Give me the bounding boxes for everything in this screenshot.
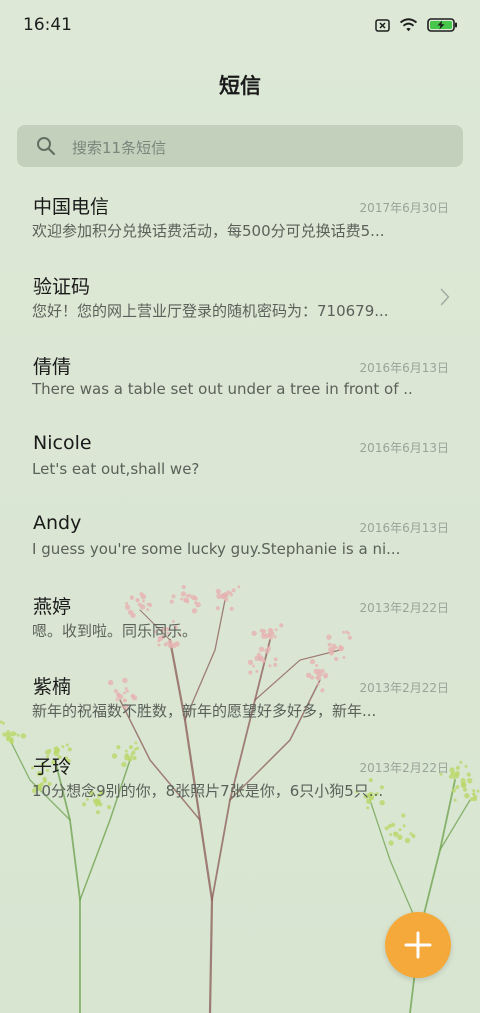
status-icons bbox=[375, 17, 458, 36]
message-date: 2013年2月22日 bbox=[359, 761, 449, 775]
message-item[interactable]: Nicole 2016年6月13日 Let's eat out,shall we… bbox=[0, 418, 480, 498]
message-date: 2016年6月13日 bbox=[359, 361, 449, 375]
message-list: 中国电信 2017年6月30日 欢迎参加积分兑换话费活动，每500分可兑换话费5… bbox=[0, 178, 480, 818]
message-sender: 验证码 bbox=[33, 276, 91, 298]
message-preview: There was a table set out under a tree i… bbox=[32, 380, 412, 398]
message-preview: 新年的祝福数不胜数，新年的愿望好多好多，新年... bbox=[32, 702, 377, 720]
message-item[interactable]: 燕婷 2013年2月22日 嗯。收到啦。同乐同乐。 bbox=[0, 578, 480, 658]
message-item[interactable]: 倩倩 2016年6月13日 There was a table set out … bbox=[0, 338, 480, 418]
message-sender: 紫楠 bbox=[33, 676, 72, 698]
message-sender: Nicole bbox=[33, 432, 92, 454]
message-preview: 欢迎参加积分兑换话费活动，每500分可兑换话费5... bbox=[32, 222, 385, 240]
message-sender: 倩倩 bbox=[33, 356, 72, 378]
message-preview: 嗯。收到啦。同乐同乐。 bbox=[32, 622, 198, 640]
message-date: 2016年6月13日 bbox=[359, 521, 449, 535]
message-sender: 中国电信 bbox=[33, 196, 110, 218]
message-preview: Let's eat out,shall we? bbox=[32, 460, 200, 478]
status-bar: 16:41 bbox=[0, 0, 480, 52]
message-item[interactable]: 验证码 您好！您的网上营业厅登录的随机密码为：710679... bbox=[0, 258, 480, 338]
message-preview: I guess you're some lucky guy.Stephanie … bbox=[32, 540, 401, 558]
new-message-button[interactable] bbox=[385, 912, 451, 978]
message-date: 2013年2月22日 bbox=[359, 601, 449, 615]
message-preview: 10分想念9别的你，8张照片7张是你，6只小狗5只... bbox=[32, 782, 384, 800]
search-icon bbox=[36, 136, 56, 160]
message-item[interactable]: 子玲 2013年2月22日 10分想念9别的你，8张照片7张是你，6只小狗5只.… bbox=[0, 738, 480, 818]
message-date: 2013年2月22日 bbox=[359, 681, 449, 695]
message-item[interactable]: Andy 2016年6月13日 I guess you're some luck… bbox=[0, 498, 480, 578]
message-sender: Andy bbox=[33, 512, 82, 534]
message-date: 2016年6月13日 bbox=[359, 441, 449, 455]
sim-error-icon bbox=[375, 17, 390, 36]
page-title: 短信 bbox=[219, 74, 261, 98]
message-item[interactable]: 中国电信 2017年6月30日 欢迎参加积分兑换话费活动，每500分可兑换话费5… bbox=[0, 178, 480, 258]
battery-charging-icon bbox=[427, 17, 458, 36]
wifi-icon bbox=[399, 17, 418, 36]
message-item[interactable]: 紫楠 2013年2月22日 新年的祝福数不胜数，新年的愿望好多好多，新年... bbox=[0, 658, 480, 738]
search-bar[interactable]: 搜索11条短信 bbox=[17, 125, 463, 167]
chevron-right-icon[interactable] bbox=[440, 288, 450, 310]
plus-icon bbox=[404, 931, 432, 959]
search-input[interactable]: 搜索11条短信 bbox=[72, 137, 166, 158]
status-time: 16:41 bbox=[23, 15, 72, 35]
message-date: 2017年6月30日 bbox=[359, 201, 449, 215]
message-sender: 子玲 bbox=[33, 756, 72, 778]
message-preview: 您好！您的网上营业厅登录的随机密码为：710679... bbox=[32, 302, 389, 320]
message-sender: 燕婷 bbox=[33, 596, 72, 618]
